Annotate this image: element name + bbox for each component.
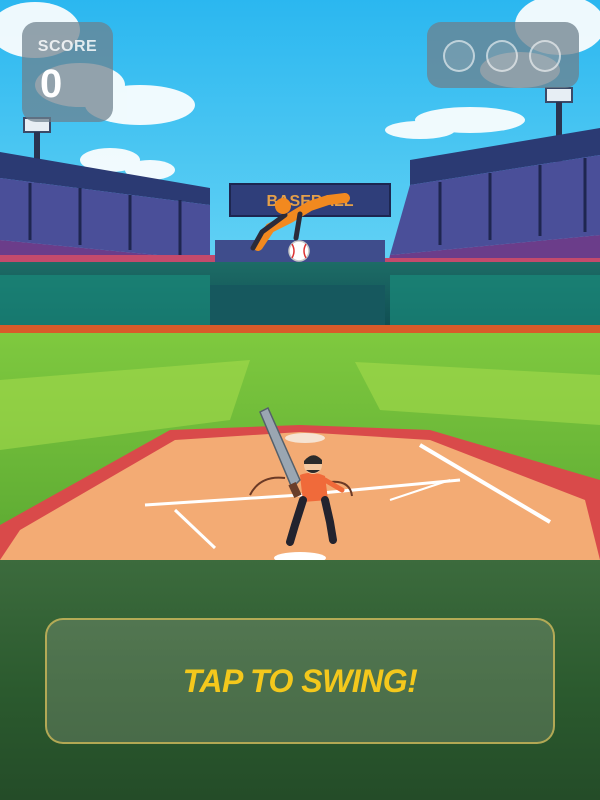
score-value: 0 [40,62,63,106]
swing-button-label: TAP TO SWING! [182,662,418,699]
life-indicator-3 [529,40,561,72]
lives-panel [427,22,579,88]
life-indicator-2 [486,40,518,72]
score-label: SCORE [37,38,98,55]
baseball-icon [288,240,310,262]
score-panel: SCORE 0 [22,22,113,122]
control-panel: TAP TO SWING! [0,560,600,800]
game-screen: BASEBALL SCORE 0 TAP TO SWING! [0,0,600,800]
life-indicator-1 [443,40,475,72]
swing-button[interactable]: TAP TO SWING! [45,618,555,744]
